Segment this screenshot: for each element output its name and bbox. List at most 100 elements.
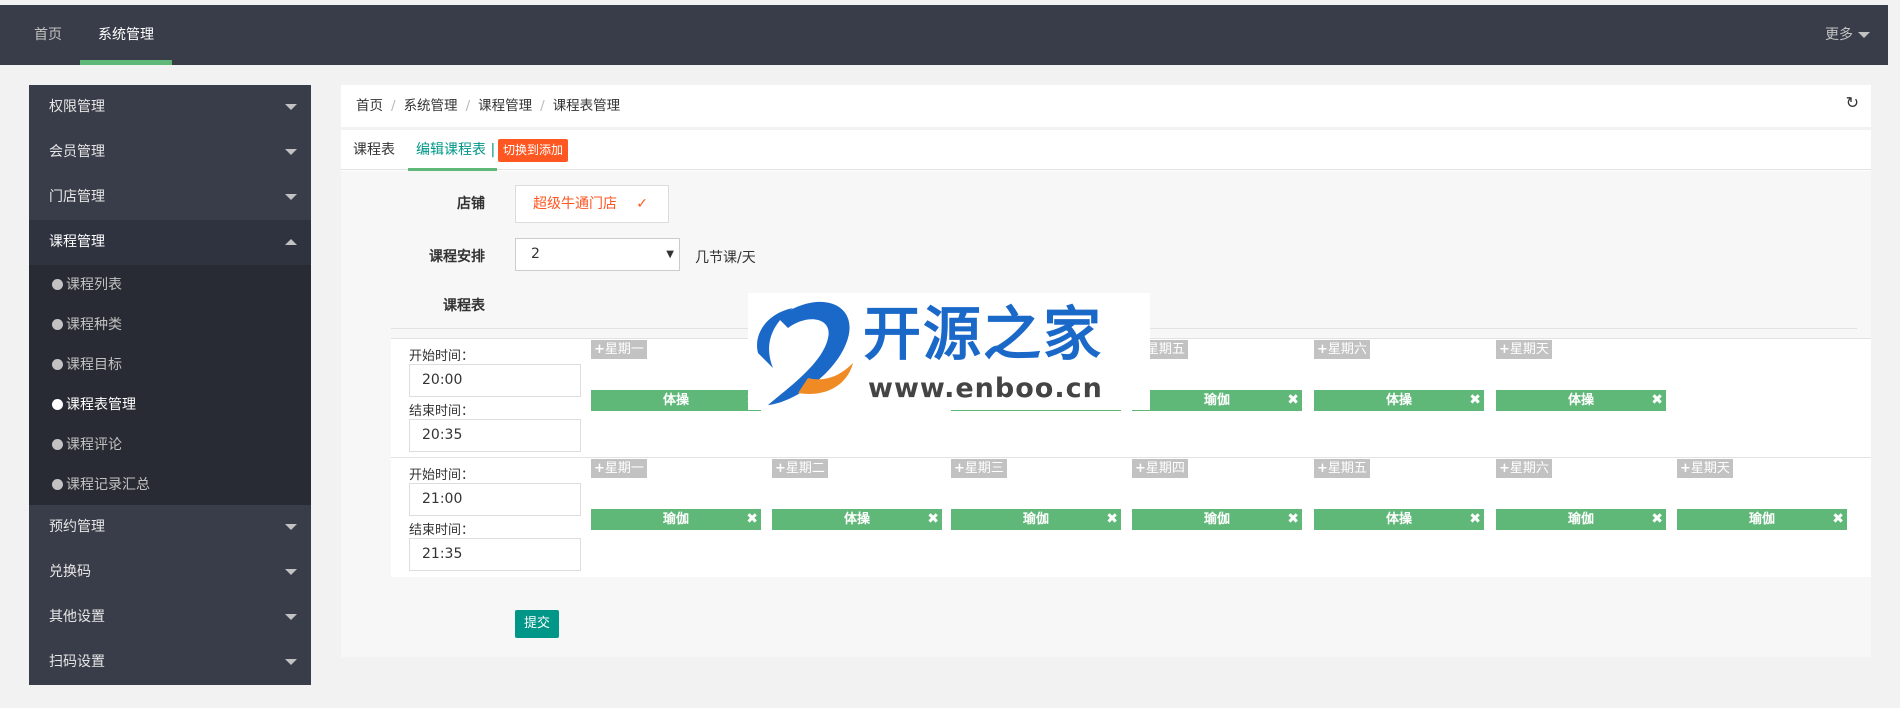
add-day-button[interactable]: +星期六 xyxy=(1314,340,1370,359)
plus-icon: + xyxy=(1135,461,1146,476)
plus-icon: + xyxy=(1680,461,1691,476)
course-tag[interactable]: 瑜伽 ✖ xyxy=(1132,509,1302,530)
breadcrumb-current: 课程表管理 xyxy=(552,98,621,114)
bullet-icon xyxy=(52,359,63,370)
submenu-label: 课程目标 xyxy=(66,357,122,373)
menu-booking[interactable]: 预约管理 xyxy=(29,505,311,550)
tab-schedule[interactable]: 课程表 xyxy=(353,130,395,170)
submenu-item[interactable]: 课程目标 xyxy=(29,345,311,385)
submenu-item[interactable]: 课程列表 xyxy=(29,265,311,305)
plus-icon: + xyxy=(1317,461,1328,476)
course-label: 体操 xyxy=(843,512,870,527)
close-icon[interactable]: ✖ xyxy=(1106,509,1118,530)
add-day-button[interactable]: +星期天 xyxy=(1677,459,1733,478)
course-tag[interactable]: 瑜伽 ✖ xyxy=(1496,509,1666,530)
end-time-label: 结束时间： xyxy=(409,523,475,538)
start-time-input[interactable]: 20:00 xyxy=(409,364,581,397)
add-day-button[interactable]: +星期一 xyxy=(591,340,647,359)
add-day-button[interactable]: +星期五 xyxy=(1314,459,1370,478)
course-tag[interactable]: 体操✖ xyxy=(1496,390,1666,411)
close-icon[interactable]: ✖ xyxy=(1832,509,1844,530)
course-label: 瑜伽 xyxy=(1022,512,1049,527)
day-label: 星期天 xyxy=(1509,342,1549,357)
close-icon[interactable]: ✖ xyxy=(1287,390,1299,411)
sidebar: 权限管理 会员管理 门店管理 课程管理 课程列表 课程种类 课程目标 课程表管理… xyxy=(29,85,311,685)
dropdown-arrow-icon: ▼ xyxy=(666,249,674,260)
breadcrumb-separator: / xyxy=(465,98,471,114)
menu-scan[interactable]: 扫码设置 xyxy=(29,640,311,685)
menu-store[interactable]: 门店管理 xyxy=(29,175,311,220)
add-day-button[interactable]: +星期一 xyxy=(591,459,647,478)
menu-other[interactable]: 其他设置 xyxy=(29,595,311,640)
refresh-icon[interactable]: ↻ xyxy=(1846,93,1859,112)
day-label: 星期五 xyxy=(1327,461,1367,476)
submenu-item[interactable]: 课程记录汇总 xyxy=(29,465,311,505)
more-label: 更多 xyxy=(1825,27,1853,43)
switch-to-add-button[interactable]: 切换到添加 xyxy=(498,139,569,162)
add-day-button[interactable]: +星期二 xyxy=(772,459,828,478)
course-tag[interactable]: 体操 ✖ xyxy=(1314,390,1484,411)
course-tag[interactable]: 瑜伽 ✖ xyxy=(591,509,761,530)
menu-auth[interactable]: 权限管理 xyxy=(29,85,311,130)
start-time-input[interactable]: 21:00 xyxy=(409,483,581,516)
add-day-button[interactable]: +星期天 xyxy=(1496,340,1552,359)
add-day-button[interactable]: +星期六 xyxy=(1496,459,1552,478)
plus-icon: + xyxy=(775,461,786,476)
submenu-item[interactable]: 课程种类 xyxy=(29,305,311,345)
course-label: 体操 xyxy=(1385,512,1412,527)
caret-down-icon xyxy=(285,524,297,530)
end-time-input[interactable]: 20:35 xyxy=(409,419,581,452)
breadcrumb-separator: / xyxy=(540,98,545,114)
arrange-select[interactable]: 2 ▼ xyxy=(515,238,680,271)
course-tag[interactable]: 瑜伽 ✖ xyxy=(1677,509,1847,530)
add-day-button[interactable]: +星期四 xyxy=(1132,459,1188,478)
plus-icon: + xyxy=(1499,461,1510,476)
submenu-item[interactable]: 课程评论 xyxy=(29,425,311,465)
menu-label: 课程管理 xyxy=(49,234,105,250)
close-icon[interactable]: ✖ xyxy=(746,509,758,530)
menu-redeem[interactable]: 兑换码 xyxy=(29,550,311,595)
course-tag[interactable]: 体操✖ xyxy=(591,390,761,411)
add-day-button[interactable]: +星期三 xyxy=(951,459,1007,478)
day-label: 星期三 xyxy=(964,461,1004,476)
bullet-icon xyxy=(52,479,63,490)
menu-label: 权限管理 xyxy=(49,99,105,115)
bullet-icon xyxy=(52,319,63,330)
course-tag[interactable]: 体操 ✖ xyxy=(1314,509,1484,530)
submenu-label: 课程评论 xyxy=(66,437,122,453)
end-time-input[interactable]: 21:35 xyxy=(409,538,581,571)
menu-label: 门店管理 xyxy=(49,189,105,205)
breadcrumb-item[interactable]: 课程管理 xyxy=(478,98,532,114)
caret-down-icon xyxy=(285,104,297,110)
table-label: 课程表 xyxy=(443,298,485,314)
arrange-value: 2 xyxy=(531,246,540,262)
submit-button[interactable]: 提交 xyxy=(515,610,560,638)
nav-system[interactable]: 系统管理 xyxy=(80,5,172,65)
course-tag[interactable]: 瑜伽 ✖ xyxy=(951,509,1121,530)
start-time-label: 开始时间： xyxy=(409,468,475,483)
breadcrumb: 首页 / 系统管理 / 课程管理 / 课程表管理 xyxy=(356,85,620,127)
close-icon[interactable]: ✖ xyxy=(1287,509,1299,530)
tab-edit-schedule[interactable]: 编辑课程表 | xyxy=(407,130,498,171)
close-icon[interactable]: ✖ xyxy=(1469,509,1481,530)
close-icon[interactable]: ✖ xyxy=(927,509,939,530)
course-label: 瑜伽 xyxy=(1203,393,1230,408)
bullet-icon xyxy=(52,439,63,450)
store-select[interactable]: 超级牛通门店 ✓ xyxy=(515,185,669,223)
course-tag[interactable]: 体操 ✖ xyxy=(772,509,942,530)
bullet-icon xyxy=(52,399,63,410)
close-icon[interactable]: ✖ xyxy=(1469,390,1481,411)
close-icon[interactable]: ✖ xyxy=(1651,390,1663,411)
course-tag[interactable]: 瑜伽 ✖ xyxy=(1132,390,1302,411)
breadcrumb-item[interactable]: 系统管理 xyxy=(404,98,458,114)
more-menu[interactable]: 更多 xyxy=(1825,5,1870,65)
submenu-item-active[interactable]: 课程表管理 xyxy=(29,385,311,425)
menu-course[interactable]: 课程管理 xyxy=(29,220,311,265)
nav-home[interactable]: 首页 xyxy=(16,5,80,65)
course-label: 体操 xyxy=(1385,393,1412,408)
plus-icon: + xyxy=(954,461,965,476)
close-icon[interactable]: ✖ xyxy=(1651,509,1663,530)
day-label: 星期六 xyxy=(1327,342,1367,357)
menu-member[interactable]: 会员管理 xyxy=(29,130,311,175)
breadcrumb-item[interactable]: 首页 xyxy=(356,98,383,114)
